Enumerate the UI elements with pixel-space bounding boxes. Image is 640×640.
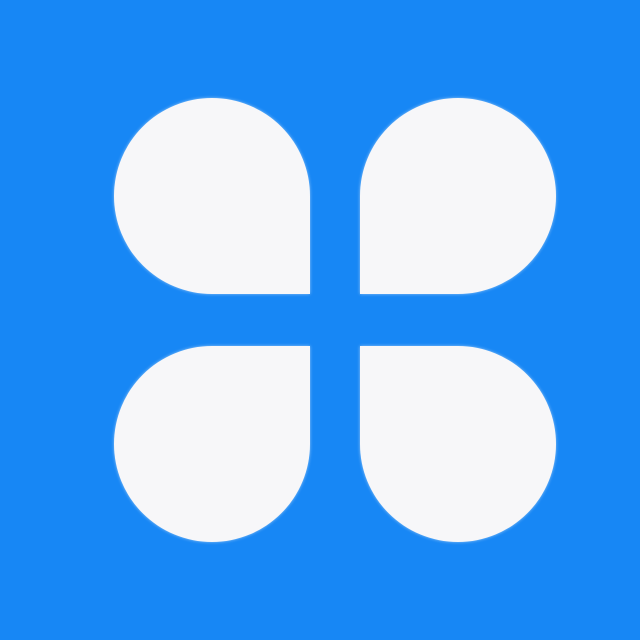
clover-petal-top-left-icon	[114, 98, 310, 294]
clover-petal-bottom-left-icon	[114, 346, 310, 542]
clover-app-icon[interactable]	[0, 0, 640, 640]
clover-petal-top-right-icon	[360, 98, 556, 294]
clover-petal-bottom-right-icon	[360, 346, 556, 542]
